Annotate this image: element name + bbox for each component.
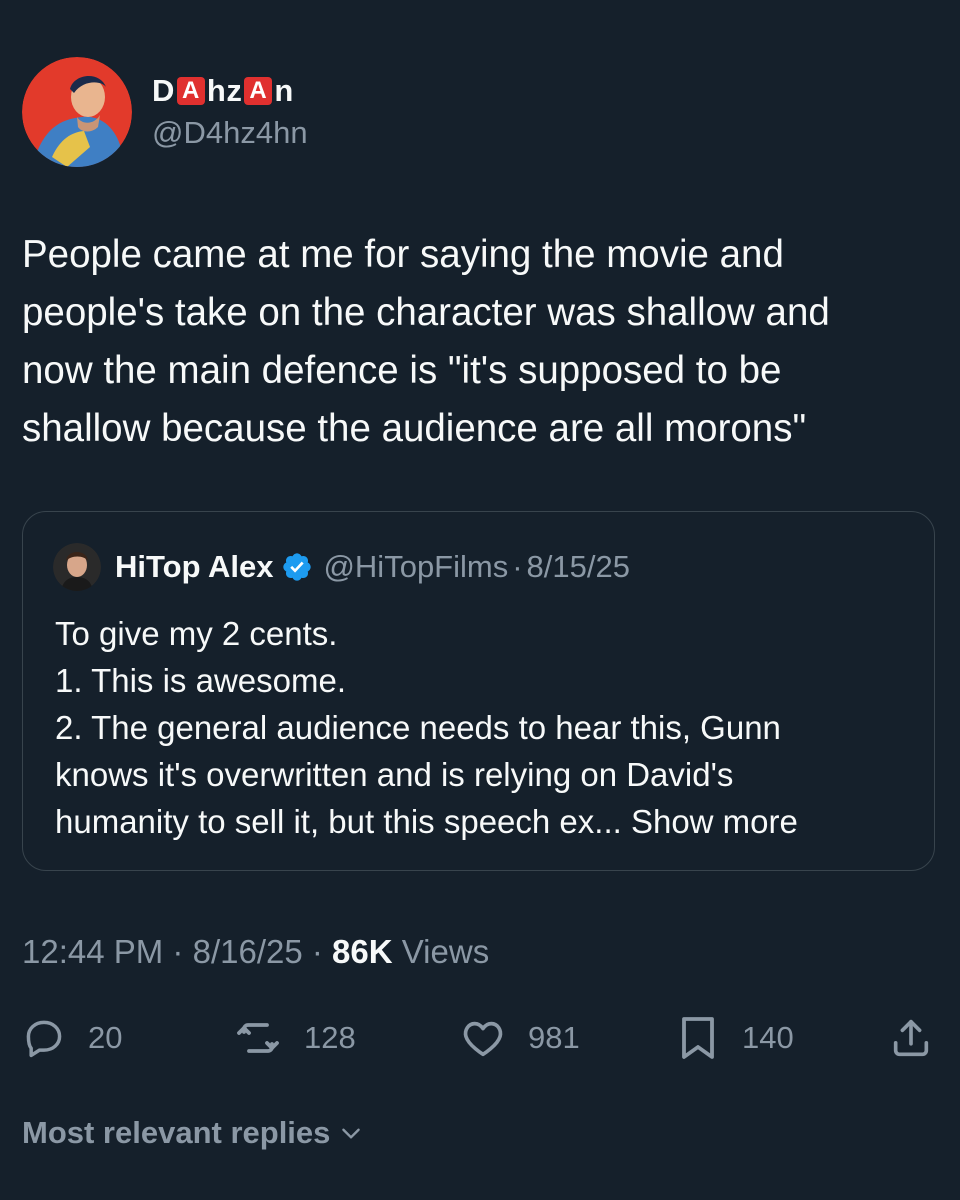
views-label: Views	[401, 933, 490, 970]
quoted-text-line: humanity to sell it, but this speech ex.…	[55, 803, 622, 840]
author-handle[interactable]: @D4hz4hn	[152, 113, 308, 153]
tweet-text-line: people's take on the character was shall…	[22, 291, 830, 334]
quoted-tweet-date: 8/15/25	[526, 549, 630, 584]
share-button[interactable]	[888, 1008, 934, 1068]
reply-button[interactable]: 20	[22, 1008, 122, 1068]
tweet-text-line: now the main defence is "it's supposed t…	[22, 349, 782, 392]
tweet-author: D A hz A n @D4hz4hn	[22, 56, 308, 168]
reply-icon	[22, 1016, 66, 1060]
quoted-author-handle: @HiTopFilms	[323, 549, 509, 584]
bookmark-button[interactable]: 140	[676, 1008, 794, 1068]
views-count: 86K	[332, 933, 393, 970]
replies-sort-selector[interactable]: Most relevant replies	[22, 1115, 364, 1151]
retweet-icon	[234, 1014, 282, 1062]
quoted-author-avatar-image	[53, 543, 101, 591]
show-more-link[interactable]: Show more	[631, 803, 798, 840]
like-button[interactable]: 981	[460, 1008, 580, 1068]
verified-badge-icon	[281, 551, 313, 583]
tweet-date[interactable]: 8/16/25	[193, 933, 303, 970]
heart-icon	[460, 1015, 506, 1061]
quoted-text-line: knows it's overwritten and is relying on…	[55, 756, 734, 793]
replies-sort-label: Most relevant replies	[22, 1115, 331, 1150]
tweet-actions-bar: 20 128 981 140	[22, 1008, 942, 1068]
tweet-text-line: People came at me for saying the movie a…	[22, 233, 784, 276]
bookmark-icon	[676, 1014, 720, 1062]
retweet-count: 128	[304, 1020, 356, 1055]
tweet-text-line: shallow because the audience are all mor…	[22, 407, 807, 450]
share-icon	[888, 1015, 934, 1061]
quoted-text-last-line: humanity to sell it, but this speech ex.…	[55, 798, 915, 845]
display-name-part: D	[152, 73, 175, 108]
like-count: 981	[528, 1020, 580, 1055]
bookmark-count: 140	[742, 1020, 794, 1055]
display-name-part: hz	[206, 73, 243, 108]
display-name-part: n	[274, 73, 294, 108]
quoted-author-avatar	[53, 543, 101, 591]
tweet-text: People came at me for saying the movie a…	[22, 226, 942, 458]
quoted-author-name: HiTop Alex	[115, 549, 274, 584]
retweet-button[interactable]: 128	[234, 1008, 356, 1068]
chevron-down-icon	[342, 1128, 361, 1139]
letter-a-emoji: A	[244, 77, 273, 105]
quoted-tweet-header: HiTop Alex @HiTopFilms · 8/15/25	[53, 542, 630, 592]
quoted-tweet-text: To give my 2 cents. 1. This is awesome. …	[55, 610, 915, 845]
quoted-text-line: 1. This is awesome.	[55, 662, 347, 699]
quoted-tweet-card[interactable]: HiTop Alex @HiTopFilms · 8/15/25 To give…	[22, 511, 935, 871]
separator-dot: ·	[311, 933, 323, 970]
separator-dot: ·	[512, 549, 523, 584]
author-display-name[interactable]: D A hz A n	[152, 71, 308, 111]
author-avatar[interactable]	[22, 57, 132, 167]
author-avatar-image	[22, 57, 132, 167]
quoted-text-line: 2. The general audience needs to hear th…	[55, 709, 781, 746]
tweet-time[interactable]: 12:44 PM	[22, 933, 163, 970]
letter-a-emoji: A	[176, 77, 205, 105]
quoted-text-line: To give my 2 cents.	[55, 615, 338, 652]
author-names: D A hz A n @D4hz4hn	[152, 71, 308, 153]
separator-dot: ·	[172, 933, 184, 970]
reply-count: 20	[88, 1020, 123, 1055]
tweet-metadata: 12:44 PM · 8/16/25 · 86K Views	[22, 930, 489, 974]
